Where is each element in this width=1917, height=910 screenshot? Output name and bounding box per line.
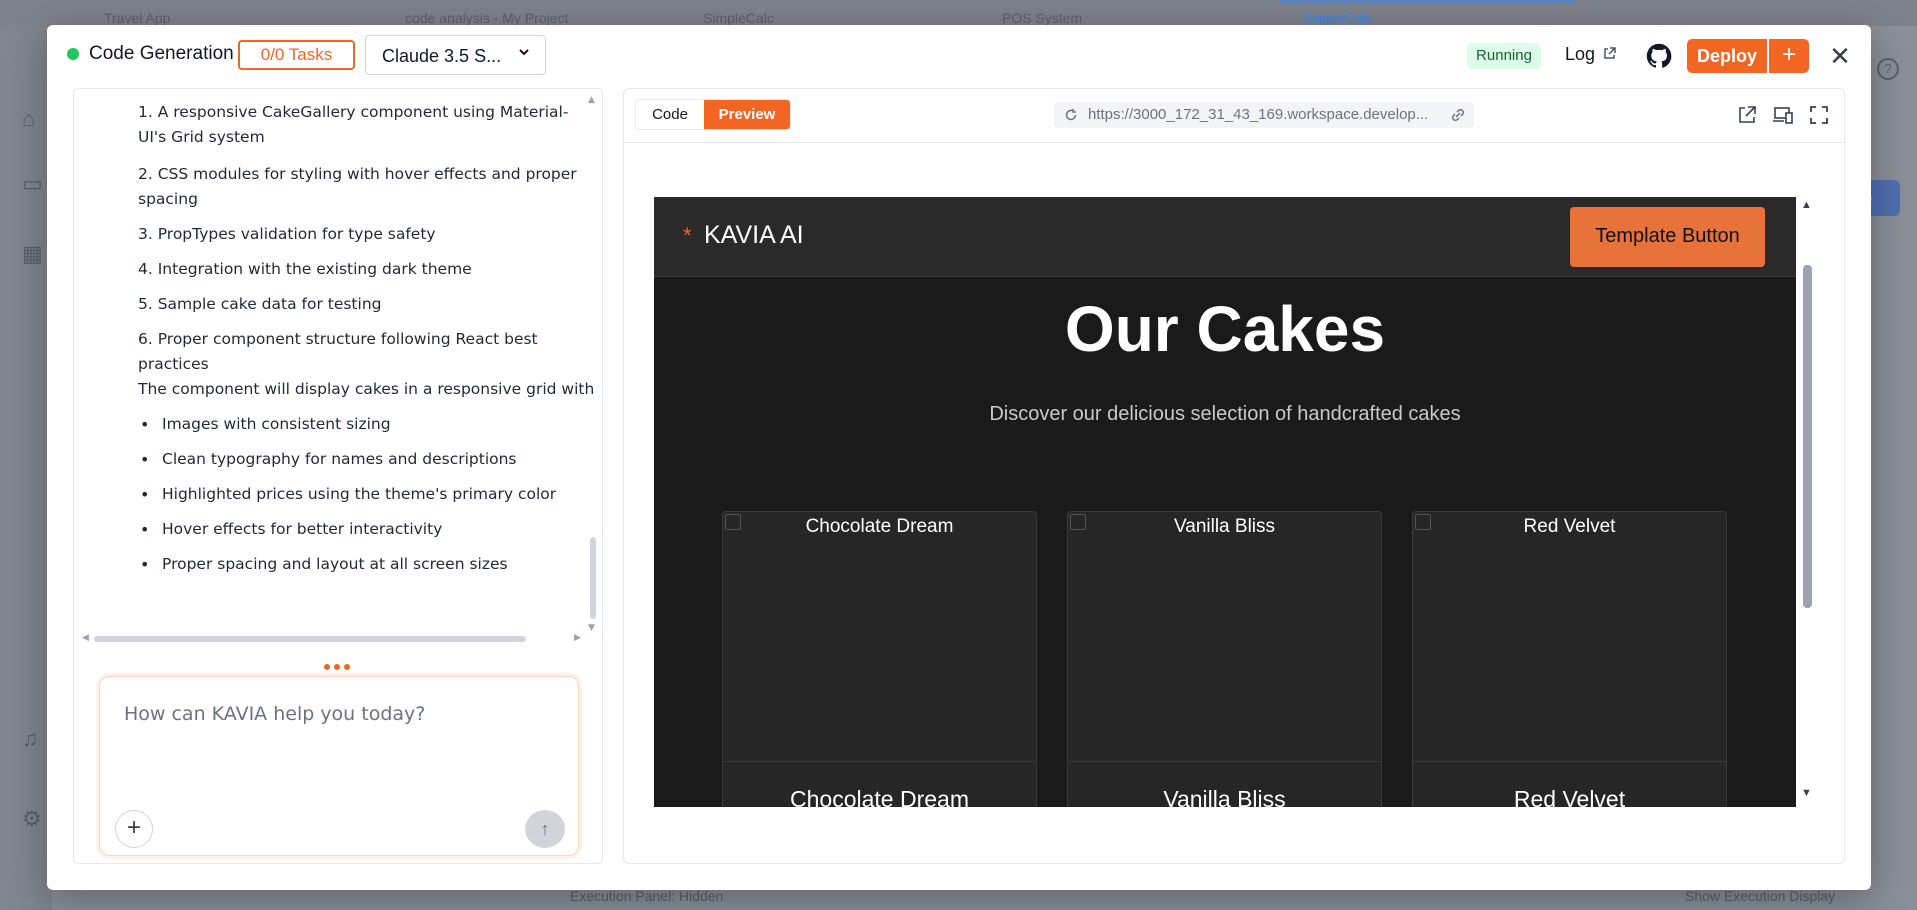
gear-icon: ⚙ xyxy=(22,806,42,831)
fullscreen-icon[interactable] xyxy=(1808,105,1830,127)
background-tab-bar: Travel App code analysis - My Project Si… xyxy=(0,0,1917,26)
scroll-down-arrow-icon[interactable]: ▼ xyxy=(1801,787,1812,799)
list-item: 6. Proper component structure following … xyxy=(138,330,538,373)
cake-card[interactable]: Vanilla Bliss Vanilla Bliss xyxy=(1067,511,1382,807)
bullet-item: Hover effects for better interactivity xyxy=(140,517,582,542)
external-link-icon xyxy=(1599,47,1616,63)
help-icon: ? xyxy=(1877,58,1899,80)
close-button[interactable]: ✕ xyxy=(1825,39,1855,73)
deploy-button[interactable]: Deploy xyxy=(1687,39,1767,73)
bullet-item: Images with consistent sizing xyxy=(140,412,582,437)
cake-card[interactable]: Chocolate Dream Chocolate Dream xyxy=(722,511,1037,807)
list-item: 2. CSS modules for styling with hover ef… xyxy=(138,165,577,208)
background-tab: code analysis - My Project xyxy=(405,10,569,26)
chevron-down-icon xyxy=(517,45,531,62)
show-execution-label: Show Execution Display xyxy=(1685,888,1836,904)
background-tab-active: SimpleCalc xyxy=(1302,10,1373,26)
hero-subtitle: Discover our delicious selection of hand… xyxy=(989,403,1461,425)
scroll-left-arrow-icon[interactable]: ◀ xyxy=(82,633,89,643)
send-button[interactable]: ↑ xyxy=(525,810,565,848)
cake-name: Red Velvet xyxy=(1513,786,1626,807)
cake-image-alt: Vanilla Bliss xyxy=(1173,516,1276,537)
message-list[interactable]: 1. A responsive CakeGallery component us… xyxy=(74,89,602,644)
responsive-devices-icon[interactable] xyxy=(1772,105,1794,127)
list-item: 4. Integration with the existing dark th… xyxy=(138,260,472,278)
background-tab: POS System xyxy=(1002,10,1083,26)
log-link[interactable]: Log xyxy=(1565,44,1616,65)
preview-viewport[interactable]: * KAVIA AI Template Button Our Cakes Dis… xyxy=(654,197,1796,807)
hero-title: Our Cakes xyxy=(1064,293,1386,365)
cake-image-alt: Chocolate Dream xyxy=(805,516,954,537)
horizontal-scrollbar[interactable] xyxy=(94,636,526,642)
background-sidebar: ⌂ ▭ ▦ ♫ ⚙ xyxy=(0,26,52,910)
scroll-right-arrow-icon[interactable]: ▶ xyxy=(574,633,581,643)
site-navbar: * KAVIA AI Template Button xyxy=(654,197,1796,277)
status-dot-icon xyxy=(67,48,79,60)
list-item: 1. A responsive CakeGallery component us… xyxy=(138,103,569,146)
site-logo[interactable]: KAVIA AI xyxy=(704,221,804,250)
bullet-item: Clean typography for names and descripti… xyxy=(140,447,582,472)
scroll-down-arrow-icon[interactable]: ▼ xyxy=(588,623,595,633)
home-icon: ⌂ xyxy=(22,106,36,131)
viewport-scrollbar[interactable] xyxy=(1803,265,1812,608)
list-item: 5. Sample cake data for testing xyxy=(138,295,382,313)
open-external-icon[interactable] xyxy=(1736,105,1758,127)
cake-image: Vanilla Bliss xyxy=(1068,512,1381,762)
typing-indicator xyxy=(324,657,364,670)
cake-card[interactable]: Red Velvet Red Velvet xyxy=(1412,511,1727,807)
preview-toolbar: Code Preview https://3000_172_31_43_169.… xyxy=(624,89,1844,143)
cake-image: Chocolate Dream xyxy=(723,512,1036,762)
url-bar[interactable]: https://3000_172_31_43_169.workspace.dev… xyxy=(1054,102,1474,128)
cake-name: Vanilla Bliss xyxy=(1163,786,1286,807)
list-item: 3. PropTypes validation for type safety xyxy=(138,225,436,243)
summary-text: The component will display cakes in a re… xyxy=(138,380,595,398)
bullet-item: Proper spacing and layout at all screen … xyxy=(140,552,582,577)
modal-header: Code Generation 0/0 Tasks Claude 3.5 S..… xyxy=(47,25,1871,87)
cake-image-alt: Red Velvet xyxy=(1523,516,1616,537)
chat-input-box: + ↑ xyxy=(99,676,579,856)
url-text: https://3000_172_31_43_169.workspace.dev… xyxy=(1088,106,1429,123)
background-tab: Travel App xyxy=(104,10,171,26)
model-select-value: Claude 3.5 S... xyxy=(382,46,502,66)
active-tab-indicator xyxy=(1280,0,1576,3)
briefcase-icon: ▭ xyxy=(22,171,43,196)
view-toggle: Code Preview xyxy=(635,99,791,130)
attach-button[interactable]: + xyxy=(115,810,153,848)
modal-title: Code Generation xyxy=(89,43,234,64)
copy-link-icon[interactable] xyxy=(1450,102,1466,128)
preview-panel: Code Preview https://3000_172_31_43_169.… xyxy=(623,88,1845,864)
template-button[interactable]: Template Button xyxy=(1570,207,1765,267)
tab-code[interactable]: Code xyxy=(636,100,704,129)
grid-icon: ▦ xyxy=(22,241,43,266)
scroll-up-arrow-icon[interactable]: ▲ xyxy=(588,95,595,105)
scroll-up-arrow-icon[interactable]: ▲ xyxy=(1801,199,1812,211)
chat-input[interactable] xyxy=(124,703,554,763)
logo-asterisk-icon: * xyxy=(683,223,692,248)
status-badge: Running xyxy=(1467,43,1541,69)
background-tab: SimpleCalc xyxy=(703,10,774,26)
chat-panel: 1. A responsive CakeGallery component us… xyxy=(73,88,603,864)
reload-icon[interactable] xyxy=(1064,102,1078,128)
log-label: Log xyxy=(1565,44,1596,64)
model-select[interactable]: Claude 3.5 S... xyxy=(365,35,546,75)
execution-panel-label: Execution Panel: Hidden xyxy=(570,888,724,904)
vertical-scrollbar[interactable] xyxy=(590,537,596,619)
code-generation-modal: Code Generation 0/0 Tasks Claude 3.5 S..… xyxy=(47,25,1871,890)
bullet-item: Highlighted prices using the theme's pri… xyxy=(140,482,582,507)
add-button[interactable]: + xyxy=(1769,39,1809,73)
cake-image: Red Velvet xyxy=(1413,512,1726,762)
github-icon[interactable] xyxy=(1645,42,1673,70)
tab-preview[interactable]: Preview xyxy=(704,100,790,129)
cake-name: Chocolate Dream xyxy=(790,786,969,807)
bell-icon: ♫ xyxy=(22,726,39,751)
tasks-button[interactable]: 0/0 Tasks xyxy=(238,40,355,70)
